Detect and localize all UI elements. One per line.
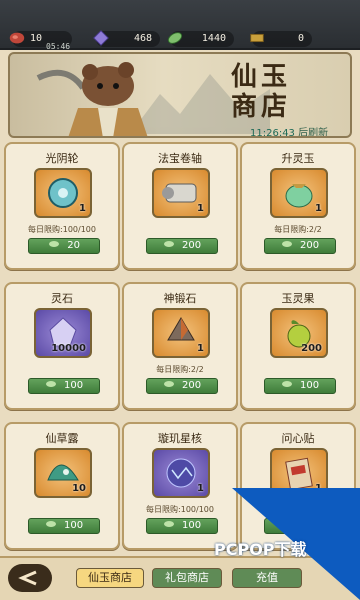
shop-item-card[interactable]: 升灵玉 1 每日限购:2/2 200 <box>240 142 356 270</box>
item-qty: 1 <box>197 483 204 494</box>
item-name: 升灵玉 <box>281 152 315 165</box>
item-name: 问心贴 <box>281 432 315 445</box>
item-limit: 每日限购:2/2 <box>156 365 204 374</box>
resource-gold[interactable]: 0 <box>250 30 312 48</box>
item-limit: 每日限购:2/2 <box>274 225 322 234</box>
jade-leaf-icon <box>49 241 60 247</box>
item-qty: 10000 <box>51 343 86 354</box>
refresh-timer: 11:26:43 后刷新 <box>250 124 329 138</box>
buy-button[interactable]: 100 <box>28 518 100 534</box>
item-price: 100 <box>64 380 84 391</box>
item-slot: 10000 <box>34 308 92 358</box>
resource-jade[interactable]: 1440 <box>167 30 234 48</box>
item-qty: 1 <box>197 203 204 214</box>
item-slot: 10 <box>34 448 92 498</box>
stamina-timer: 05:46 <box>46 42 71 51</box>
jade-leaf-icon <box>163 521 174 527</box>
buy-button[interactable]: 100 <box>28 378 100 394</box>
item-name: 法宝卷轴 <box>158 152 202 165</box>
item-name: 玉灵果 <box>281 292 315 305</box>
item-name: 璇玑星核 <box>158 432 202 445</box>
tab-gift-shop[interactable]: 礼包商店 <box>152 568 222 588</box>
buy-button[interactable]: 100 <box>146 518 218 534</box>
item-name: 仙草露 <box>45 432 79 445</box>
shop-item-card[interactable]: 仙草露 10 100 <box>4 422 120 550</box>
resource-crystal[interactable]: 468 <box>93 30 160 48</box>
back-button[interactable] <box>8 564 52 592</box>
purple-crystal-icon <box>93 30 109 46</box>
item-name: 光阴轮 <box>45 152 79 165</box>
buy-button[interactable]: 200 <box>146 378 218 394</box>
item-qty: 1 <box>197 343 204 354</box>
jade-leaf-icon <box>45 381 56 387</box>
jade-leaf-icon <box>45 521 56 527</box>
item-price: 100 <box>300 380 320 391</box>
item-limit: 每日限购:100/100 <box>146 505 214 514</box>
item-qty: 1 <box>315 203 322 214</box>
jade-leaf-icon <box>281 381 292 387</box>
shop-item-card[interactable]: 法宝卷轴 1 200 <box>122 142 238 270</box>
item-slot: 1 <box>152 168 210 218</box>
meat-icon <box>9 32 25 44</box>
item-slot: 1 <box>152 448 210 498</box>
jade-leaf-icon <box>281 241 292 247</box>
refresh-suffix: 后刷新 <box>298 128 329 138</box>
item-limit: 每日限购:100/100 <box>28 225 96 234</box>
item-price: 200 <box>300 240 320 251</box>
jade-leaf-icon <box>167 32 183 44</box>
resource-bar: 10 05:46 468 1440 0 <box>0 0 360 51</box>
item-qty: 10 <box>72 483 86 494</box>
jade-leaf-icon <box>163 241 174 247</box>
shop-item-card[interactable]: 璇玑星核 1 每日限购:100/100 100 <box>122 422 238 550</box>
tab-jade-shop[interactable]: 仙玉商店 <box>76 568 144 588</box>
refresh-time: 11:26:43 <box>250 128 295 138</box>
item-price: 200 <box>182 380 202 391</box>
shop-item-card[interactable]: 神锻石 1 每日限购:2/2 200 <box>122 282 238 410</box>
jade-leaf-icon <box>163 381 174 387</box>
shop-item-card[interactable]: 玉灵果 200 100 <box>240 282 356 410</box>
shop-title: 仙玉商店 <box>230 62 291 122</box>
buy-button[interactable]: 20 <box>28 238 100 254</box>
item-slot: 1 <box>152 308 210 358</box>
item-price: 100 <box>182 520 202 531</box>
item-price: 100 <box>64 520 84 531</box>
shop-banner: 仙玉商店 11:26:43 后刷新 <box>8 52 352 138</box>
item-price: 200 <box>182 240 202 251</box>
item-slot: 200 <box>270 308 328 358</box>
item-price: 20 <box>67 240 80 251</box>
watermark-text: PCPOP下载 <box>214 540 307 559</box>
buy-button[interactable]: 100 <box>264 378 336 394</box>
back-arrow-icon <box>18 570 37 586</box>
shop-item-card[interactable]: 灵石 10000 100 <box>4 282 120 410</box>
item-qty: 200 <box>301 343 322 354</box>
item-slot: 1 <box>270 168 328 218</box>
shopkeeper-illustration <box>36 62 148 136</box>
item-slot: 1 <box>34 168 92 218</box>
buy-button[interactable]: 200 <box>264 238 336 254</box>
item-name: 神锻石 <box>163 292 197 305</box>
item-qty: 1 <box>79 203 86 214</box>
gold-bar-icon <box>250 33 264 43</box>
item-name: 灵石 <box>51 292 73 305</box>
shop-item-card[interactable]: 光阴轮 1 每日限购:100/100 20 <box>4 142 120 270</box>
buy-button[interactable]: 200 <box>146 238 218 254</box>
